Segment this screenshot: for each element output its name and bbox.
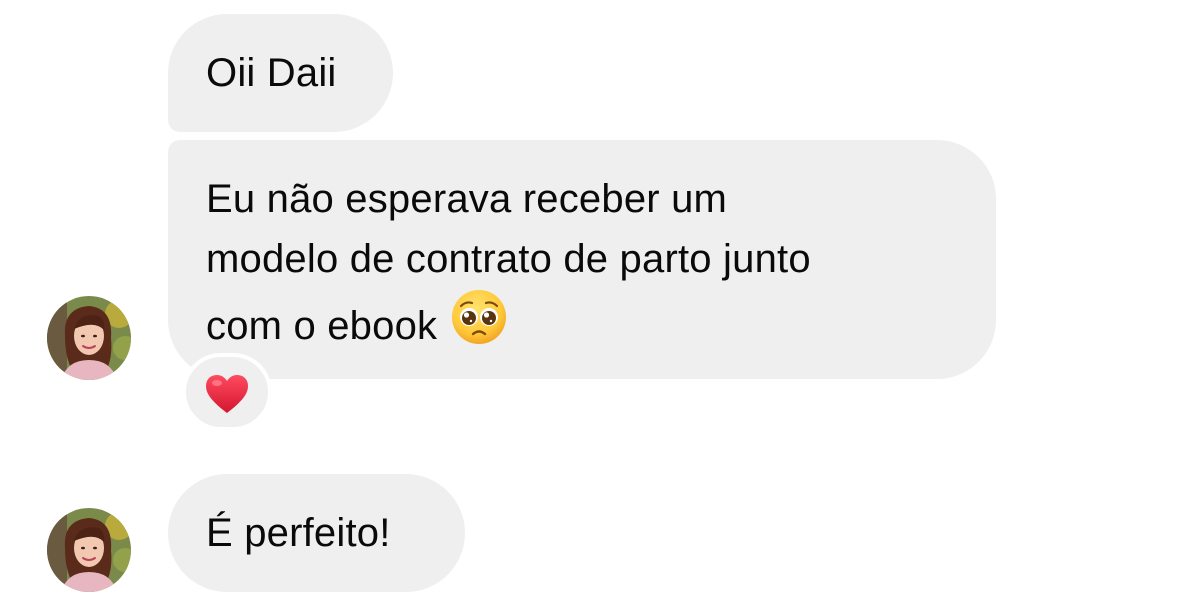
reaction-badge[interactable] [182, 353, 272, 431]
heart-icon [206, 375, 248, 413]
message-bubble-3[interactable]: É perfeito! [168, 474, 465, 592]
message-text-line-2: modelo de contrato de parto junto [206, 237, 811, 281]
message-text-line-3: com o ebook [206, 289, 996, 356]
message-text-line-1: Eu não esperava receber um [206, 177, 728, 221]
message-bubble-2[interactable]: Eu não esperava receber um modelo de con… [168, 140, 996, 379]
message-bubble-1[interactable]: Oii Daii [168, 14, 393, 132]
pleading-face-icon [451, 289, 507, 345]
avatar[interactable] [47, 296, 131, 380]
message-text: Oii Daii [206, 51, 337, 95]
message-text: É perfeito! [206, 511, 391, 555]
avatar[interactable] [47, 508, 131, 592]
